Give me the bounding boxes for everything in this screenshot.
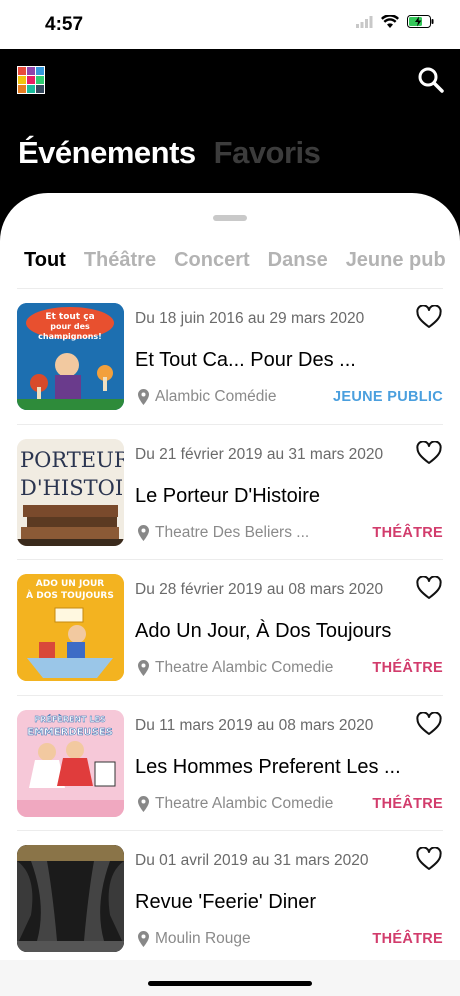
event-venue-label: Theatre Des Beliers ... [155,523,310,541]
event-row[interactable]: PRÉFÈRENT LES EMMERDEUSES Du 11 mars 201… [0,696,460,831]
category-tout[interactable]: Tout [24,249,66,272]
event-poster: PORTEUR D'HISTOIR [17,438,124,546]
favorite-button[interactable] [416,439,442,465]
event-poster [17,845,124,952]
event-venue-label: Alambic Comédie [155,388,277,405]
poster-text: À DOS TOUJOURS [26,589,114,601]
tab-favoris[interactable]: Favoris [214,135,321,171]
event-category-badge: THÉÂTRE [372,524,443,541]
heart-outline-icon [416,304,442,328]
top-tabs: Événements Favoris [18,135,321,171]
event-date: Du 28 février 2019 au 08 mars 2020 [135,581,384,598]
event-venue-label: Theatre Alambic Comedie [155,659,334,676]
event-title: Les Hommes Preferent Les ... [135,755,401,778]
heart-outline-icon [416,439,442,464]
event-poster: PRÉFÈRENT LES EMMERDEUSES [17,709,124,817]
location-pin-icon [138,795,149,812]
category-theatre[interactable]: Théâtre [84,249,156,272]
event-venue: Alambic Comédie [138,388,276,406]
grid-logo-icon[interactable] [17,66,45,94]
status-bar: 4:57 [0,0,460,49]
location-pin-icon [138,524,149,541]
location-pin-icon [138,389,149,405]
events-sheet: Tout Théâtre Concert Danse Jeune pub Et … [0,193,460,996]
event-title: Revue 'Feerie' Diner [135,891,317,913]
event-venue: Theatre Des Beliers ... [138,524,309,542]
event-row[interactable]: PORTEUR D'HISTOIR Du 21 février 2019 au … [0,425,460,560]
event-row[interactable]: Du 01 avril 2019 au 31 mars 2020 Revue '… [0,831,460,967]
bottom-strip [0,960,460,996]
event-row[interactable]: ADO UN JOUR À DOS TOUJOURS Du 28 février… [0,560,460,696]
top-bar: Événements Favoris [0,49,460,194]
tab-evenements[interactable]: Événements [18,135,196,171]
favorite-button[interactable] [416,846,442,871]
poster-text: champignons! [38,332,102,341]
poster-text: EMMERDEUSES [27,727,113,738]
wifi-icon [381,14,399,33]
category-tabs: Tout Théâtre Concert Danse Jeune pub [24,249,446,272]
event-venue-label: Moulin Rouge [155,930,251,947]
category-danse[interactable]: Danse [268,249,328,272]
event-title: Et Tout Ca... Pour Des ... [135,349,356,371]
poster-text: Et tout ça [45,312,94,322]
event-date: Du 21 février 2019 au 31 mars 2020 [135,445,384,463]
poster-text: D'HISTOIR [20,476,124,500]
event-date: Du 11 mars 2019 au 08 mars 2020 [135,716,374,734]
favorite-button[interactable] [416,304,442,329]
category-jeune-public[interactable]: Jeune pub [346,249,446,272]
category-concert[interactable]: Concert [174,249,250,272]
poster-text: pour des [50,322,90,331]
status-time: 4:57 [45,14,84,35]
event-date: Du 01 avril 2019 au 31 mars 2020 [135,852,369,869]
heart-outline-icon [416,575,442,599]
event-category-badge: THÉÂTRE [372,660,443,676]
battery-charging-icon [407,15,434,33]
event-venue: Theatre Alambic Comedie [138,795,333,813]
heart-outline-icon [416,846,442,870]
event-venue-label: Theatre Alambic Comedie [155,794,334,812]
location-pin-icon [138,660,149,676]
poster-text: ADO UN JOUR [36,579,105,589]
home-indicator[interactable] [148,981,312,986]
event-venue: Moulin Rouge [138,930,251,948]
favorite-button[interactable] [416,575,442,600]
search-button[interactable] [416,65,446,95]
event-date: Du 18 juin 2016 au 29 mars 2020 [135,310,365,327]
location-pin-icon [138,931,149,947]
poster-text: PORTEUR [20,448,124,472]
sheet-grabber[interactable] [213,215,247,221]
event-category-badge: JEUNE PUBLIC [333,389,443,405]
signal-icon [356,15,373,33]
status-icons [356,14,434,33]
poster-text: PRÉFÈRENT LES [34,713,106,724]
event-title: Ado Un Jour, À Dos Toujours [135,620,392,642]
event-title: Le Porteur D'Histoire [135,484,320,507]
heart-outline-icon [416,710,442,735]
event-list: Et tout ça pour des champignons! Du 18 j… [0,289,460,967]
favorite-button[interactable] [416,710,442,736]
event-row[interactable]: Et tout ça pour des champignons! Du 18 j… [0,289,460,425]
event-category-badge: THÉÂTRE [372,795,443,812]
event-poster: Et tout ça pour des champignons! [17,303,124,410]
event-category-badge: THÉÂTRE [372,931,443,947]
event-poster: ADO UN JOUR À DOS TOUJOURS [17,574,124,681]
event-venue: Theatre Alambic Comedie [138,659,333,677]
search-icon [418,67,444,93]
